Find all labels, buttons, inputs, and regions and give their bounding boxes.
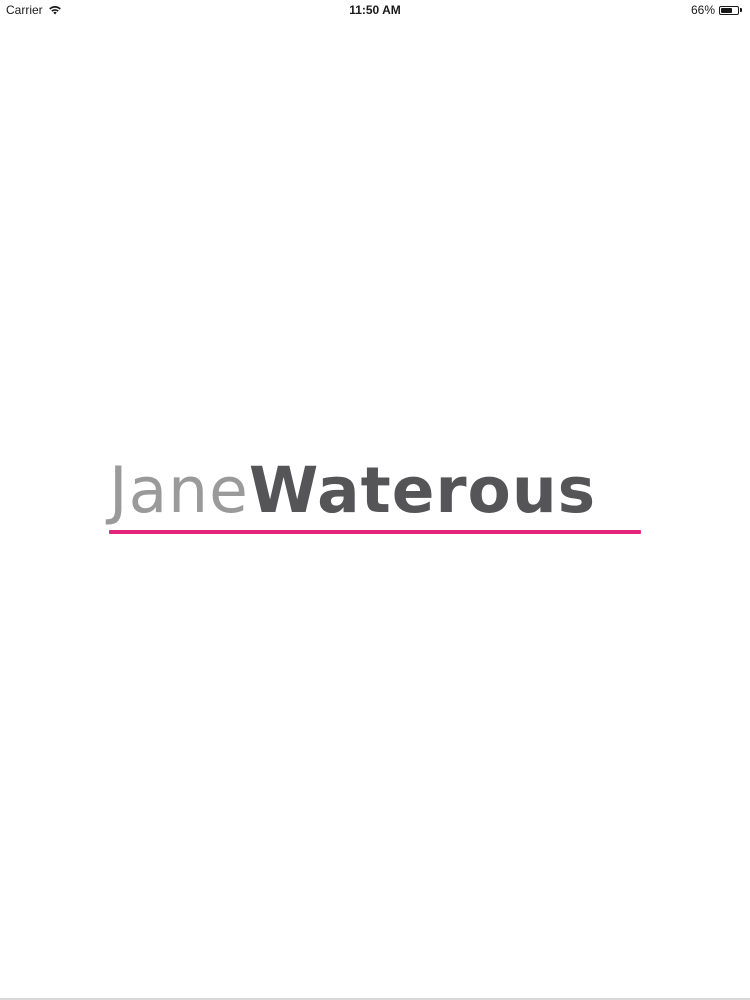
battery-tip <box>740 8 742 12</box>
status-bar-time: 11:50 AM <box>349 3 401 17</box>
logo-underline <box>109 530 641 534</box>
battery-percent-label: 66% <box>690 3 715 17</box>
splash-screen: Carrier 11:50 AM 66% Jane Waterous <box>0 0 750 1000</box>
battery-icon <box>719 5 742 15</box>
status-bar-right: 66% <box>691 3 742 17</box>
logo-first-name: Jane <box>109 454 249 527</box>
status-bar: Carrier 11:50 AM 66% <box>0 0 750 20</box>
logo-last-name: Waterous <box>248 454 597 527</box>
battery-fill <box>721 7 732 13</box>
jane-waterous-logo: Jane Waterous <box>109 452 641 534</box>
logo-wordmark: Jane Waterous <box>109 452 641 530</box>
battery-body <box>719 5 739 15</box>
